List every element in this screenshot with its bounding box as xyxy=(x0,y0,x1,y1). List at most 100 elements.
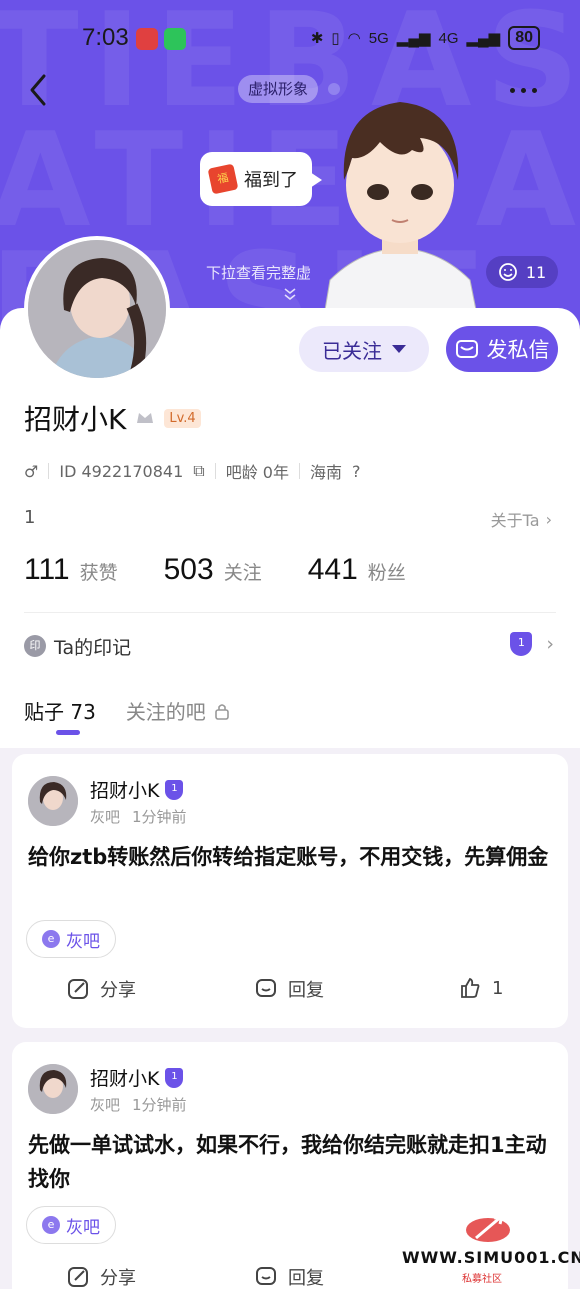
about-label: 关于Ta xyxy=(490,511,540,530)
meta-sep xyxy=(298,463,300,479)
tab-followed-bars-label: 关注的吧 xyxy=(125,700,206,724)
post-author-name[interactable]: 招财小K xyxy=(90,776,159,803)
bar-icon: e xyxy=(42,930,60,948)
profile-avatar[interactable] xyxy=(24,236,170,382)
male-icon: ♂ xyxy=(24,461,39,481)
post-actions: 分享 回复 1 xyxy=(12,976,568,1006)
profile-name-row: 招财小K Lv.4 xyxy=(24,398,201,438)
reply-label: 回复 xyxy=(288,1268,324,1289)
tab-active-indicator xyxy=(56,730,80,735)
status-time: 7:03 xyxy=(82,24,129,51)
post-author-row: 招财小K 1 xyxy=(90,776,184,803)
divider xyxy=(24,612,556,613)
post-meta: 灰吧 1分钟前 xyxy=(90,806,187,827)
about-link[interactable]: 关于Ta › xyxy=(491,507,552,531)
chevron-down-icon xyxy=(392,345,406,353)
location: 海南 xyxy=(309,463,342,482)
tab-posts[interactable]: 贴子 73 xyxy=(24,696,96,725)
battery-indicator: 80 xyxy=(508,26,540,50)
post-author-avatar[interactable] xyxy=(28,1064,78,1114)
post-bar-chip-label: 灰吧 xyxy=(66,931,100,952)
signal-bars-icon: ▂▄▆ xyxy=(466,30,501,47)
post-author-photo xyxy=(28,776,78,826)
stat-likes-num: 111 xyxy=(24,553,70,586)
back-icon[interactable] xyxy=(24,70,54,110)
crown-icon xyxy=(137,413,154,423)
post-content[interactable]: 给你ztb转账然后你转给指定账号，不用交钱，先算佣金 xyxy=(28,840,554,874)
medal-icon: 1 xyxy=(165,779,184,800)
meta-sep xyxy=(214,463,216,479)
like-button[interactable]: 1 xyxy=(458,976,503,1000)
post-bar-name[interactable]: 灰吧 xyxy=(90,806,120,827)
avatar-speech-bubble[interactable]: 福 福到了 xyxy=(200,152,322,206)
app-notification-icon xyxy=(136,28,158,50)
help-icon[interactable]: ? xyxy=(352,462,361,481)
share-icon xyxy=(68,1267,88,1287)
user-id: ID 4922170841 xyxy=(59,461,184,481)
post-time: 1分钟前 xyxy=(132,808,187,826)
post-time: 1分钟前 xyxy=(132,1096,187,1114)
post-bar-name[interactable]: 灰吧 xyxy=(90,1094,120,1115)
imprint-row[interactable]: 印 Ta的印记 1 › xyxy=(24,632,556,660)
stat-likes-label: 获赞 xyxy=(79,562,118,584)
post-bar-chip[interactable]: e 灰吧 xyxy=(26,920,116,958)
reply-button[interactable]: 回复 xyxy=(254,976,324,1002)
avatar-like-count: 11 xyxy=(525,262,547,282)
like-count: 1 xyxy=(492,977,504,999)
smile-icon xyxy=(498,263,517,281)
stat-fans[interactable]: 441 粉丝 xyxy=(308,553,406,587)
bar-icon: e xyxy=(42,1216,60,1234)
tab-posts-label: 贴子 73 xyxy=(24,700,96,724)
watermark-text: WWW.SIMU001.CN xyxy=(402,1248,580,1267)
bluetooth-icon: ✱ xyxy=(310,30,324,47)
chevron-right-icon: › xyxy=(545,509,552,529)
post-content[interactable]: 先做一单试试水，如果不行，我给你结完账就走扣1主动找你 xyxy=(28,1128,554,1196)
post-author-avatar[interactable] xyxy=(28,776,78,826)
watermark-sub: 私募社区 xyxy=(462,1274,502,1285)
chevron-right-icon: › xyxy=(546,633,554,655)
site-watermark: WWW.SIMU001.CN 私募社区 xyxy=(400,1210,580,1289)
status-icons: ✱ ▯ ◠ 5G ▂▄▆ 4G ▂▄▆ 80 xyxy=(311,26,540,50)
share-button[interactable]: 分享 xyxy=(66,976,136,1002)
comment-icon xyxy=(256,1267,276,1285)
medal-icon: 1 xyxy=(510,632,533,656)
post-bar-chip-label: 灰吧 xyxy=(66,1217,100,1238)
chevron-down-icon xyxy=(284,288,296,301)
signature: 1 xyxy=(24,507,36,528)
send-message-label: 发私信 xyxy=(486,338,550,362)
avatar-like-chip[interactable]: 11 xyxy=(486,256,558,288)
followed-button[interactable]: 已关注 xyxy=(299,326,429,372)
reply-button[interactable]: 回复 xyxy=(254,1264,324,1289)
stat-following[interactable]: 503 关注 xyxy=(164,553,262,587)
imprint-label: Ta的印记 xyxy=(54,636,132,659)
tab-followed-bars[interactable]: 关注的吧 xyxy=(126,696,230,725)
post-card[interactable]: 招财小K 1 灰吧 1分钟前 给你ztb转账然后你转给指定账号，不用交钱，先算佣… xyxy=(12,754,568,1028)
post-author-name[interactable]: 招财小K xyxy=(90,1064,159,1091)
watermark-logo xyxy=(466,1214,510,1242)
stat-following-label: 关注 xyxy=(223,562,262,584)
imprint-icon: 印 xyxy=(24,635,46,657)
post-bar-chip[interactable]: e 灰吧 xyxy=(26,1206,116,1244)
stat-likes[interactable]: 111 获赞 xyxy=(24,553,118,587)
lock-icon xyxy=(215,703,229,720)
profile-tabs: 贴子 73 关注的吧 xyxy=(24,696,230,735)
signal-bars-icon: ▂▄▆ xyxy=(396,30,431,47)
more-icon[interactable] xyxy=(510,80,550,100)
status-bar: 7:03 ✱ ▯ ◠ 5G ▂▄▆ 4G ▂▄▆ 80 xyxy=(0,0,580,80)
wechat-notification-icon xyxy=(164,28,186,50)
signal-4g: 4G xyxy=(438,29,459,47)
virtual-avatar-figure[interactable] xyxy=(300,80,500,340)
share-button[interactable]: 分享 xyxy=(66,1264,136,1289)
comment-icon xyxy=(256,979,276,997)
reply-label: 回复 xyxy=(288,980,324,1001)
send-message-button[interactable]: 发私信 xyxy=(446,326,558,372)
copy-icon[interactable]: ⧉ xyxy=(193,461,204,481)
stat-following-num: 503 xyxy=(163,553,214,586)
share-label: 分享 xyxy=(100,1268,136,1289)
thumb-up-icon xyxy=(461,977,480,998)
profile-name: 招财小K xyxy=(24,403,127,436)
medal-icon: 1 xyxy=(165,1067,184,1088)
level-badge[interactable]: Lv.4 xyxy=(164,408,201,428)
fortune-icon: 福 xyxy=(207,163,239,195)
stat-fans-label: 粉丝 xyxy=(367,562,406,584)
